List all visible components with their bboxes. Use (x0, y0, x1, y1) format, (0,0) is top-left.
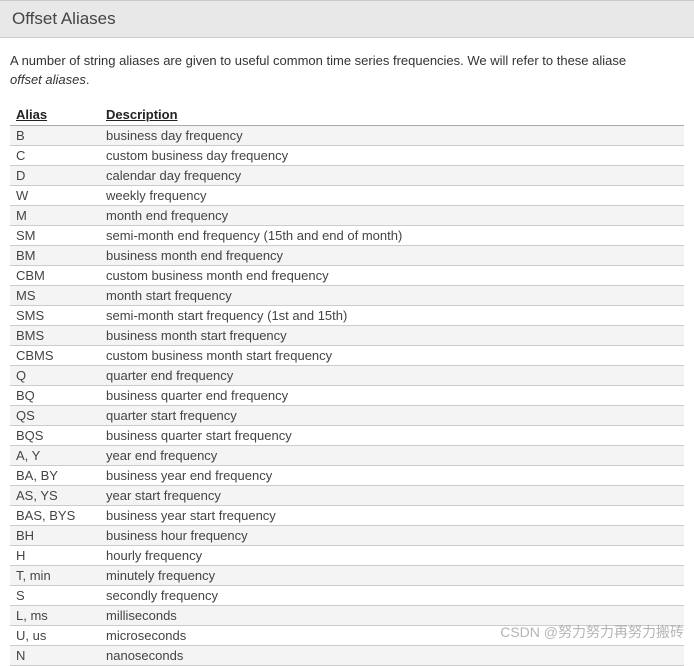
table-row: T, minminutely frequency (10, 565, 684, 585)
table-row: Mmonth end frequency (10, 205, 684, 225)
alias-cell: A, Y (10, 445, 100, 465)
description-cell: quarter end frequency (100, 365, 684, 385)
alias-cell: CBMS (10, 345, 100, 365)
alias-cell: U, us (10, 625, 100, 645)
table-row: BQbusiness quarter end frequency (10, 385, 684, 405)
table-row: CBMcustom business month end frequency (10, 265, 684, 285)
alias-cell: BQS (10, 425, 100, 445)
description-cell: year end frequency (100, 445, 684, 465)
table-row: SMsemi-month end frequency (15th and end… (10, 225, 684, 245)
table-row: BA, BYbusiness year end frequency (10, 465, 684, 485)
table-row: Ccustom business day frequency (10, 145, 684, 165)
alias-cell: BM (10, 245, 100, 265)
description-cell: business year start frequency (100, 505, 684, 525)
alias-cell: C (10, 145, 100, 165)
section-title: Offset Aliases (12, 9, 682, 29)
description-cell: business month start frequency (100, 325, 684, 345)
table-row: SMSsemi-month start frequency (1st and 1… (10, 305, 684, 325)
description-cell: month end frequency (100, 205, 684, 225)
table-row: Nnanoseconds (10, 645, 684, 665)
table-row: Bbusiness day frequency (10, 125, 684, 145)
alias-cell: MS (10, 285, 100, 305)
description-cell: semi-month end frequency (15th and end o… (100, 225, 684, 245)
description-cell: custom business day frequency (100, 145, 684, 165)
alias-cell: M (10, 205, 100, 225)
description-cell: custom business month end frequency (100, 265, 684, 285)
alias-cell: AS, YS (10, 485, 100, 505)
table-row: Qquarter end frequency (10, 365, 684, 385)
table-row: L, msmilliseconds (10, 605, 684, 625)
description-cell: secondly frequency (100, 585, 684, 605)
intro-text-italic: offset aliases (10, 72, 86, 87)
table-row: MSmonth start frequency (10, 285, 684, 305)
alias-cell: T, min (10, 565, 100, 585)
col-header-description: Description (100, 104, 684, 126)
table-row: BHbusiness hour frequency (10, 525, 684, 545)
alias-cell: N (10, 645, 100, 665)
table-row: CBMScustom business month start frequenc… (10, 345, 684, 365)
alias-cell: W (10, 185, 100, 205)
alias-cell: SMS (10, 305, 100, 325)
alias-cell: D (10, 165, 100, 185)
table-row: BQSbusiness quarter start frequency (10, 425, 684, 445)
description-cell: business year end frequency (100, 465, 684, 485)
description-cell: custom business month start frequency (100, 345, 684, 365)
description-cell: calendar day frequency (100, 165, 684, 185)
alias-table-container: Alias Description Bbusiness day frequenc… (0, 100, 694, 666)
description-cell: minutely frequency (100, 565, 684, 585)
description-cell: nanoseconds (100, 645, 684, 665)
description-cell: business quarter end frequency (100, 385, 684, 405)
table-row: Wweekly frequency (10, 185, 684, 205)
section-header: Offset Aliases (0, 0, 694, 38)
intro-text-3: . (86, 72, 90, 87)
alias-cell: B (10, 125, 100, 145)
table-row: A, Yyear end frequency (10, 445, 684, 465)
table-row: QSquarter start frequency (10, 405, 684, 425)
alias-cell: L, ms (10, 605, 100, 625)
col-header-alias: Alias (10, 104, 100, 126)
alias-cell: BQ (10, 385, 100, 405)
alias-cell: Q (10, 365, 100, 385)
description-cell: business month end frequency (100, 245, 684, 265)
table-row: AS, YSyear start frequency (10, 485, 684, 505)
description-cell: business day frequency (100, 125, 684, 145)
description-cell: quarter start frequency (100, 405, 684, 425)
description-cell: hourly frequency (100, 545, 684, 565)
table-row: Hhourly frequency (10, 545, 684, 565)
alias-cell: H (10, 545, 100, 565)
alias-cell: CBM (10, 265, 100, 285)
description-cell: milliseconds (100, 605, 684, 625)
alias-cell: BMS (10, 325, 100, 345)
table-header-row: Alias Description (10, 104, 684, 126)
description-cell: business hour frequency (100, 525, 684, 545)
alias-cell: BH (10, 525, 100, 545)
alias-cell: BAS, BYS (10, 505, 100, 525)
table-row: U, usmicroseconds (10, 625, 684, 645)
table-row: BAS, BYSbusiness year start frequency (10, 505, 684, 525)
description-cell: weekly frequency (100, 185, 684, 205)
description-cell: semi-month start frequency (1st and 15th… (100, 305, 684, 325)
alias-cell: SM (10, 225, 100, 245)
description-cell: year start frequency (100, 485, 684, 505)
description-cell: month start frequency (100, 285, 684, 305)
table-row: BMSbusiness month start frequency (10, 325, 684, 345)
intro-text-1: A number of string aliases are given to … (10, 53, 626, 68)
table-row: Ssecondly frequency (10, 585, 684, 605)
alias-table: Alias Description Bbusiness day frequenc… (10, 104, 684, 666)
alias-cell: S (10, 585, 100, 605)
alias-cell: QS (10, 405, 100, 425)
table-row: BMbusiness month end frequency (10, 245, 684, 265)
intro-paragraph: A number of string aliases are given to … (0, 38, 694, 100)
alias-cell: BA, BY (10, 465, 100, 485)
description-cell: business quarter start frequency (100, 425, 684, 445)
description-cell: microseconds (100, 625, 684, 645)
table-row: Dcalendar day frequency (10, 165, 684, 185)
